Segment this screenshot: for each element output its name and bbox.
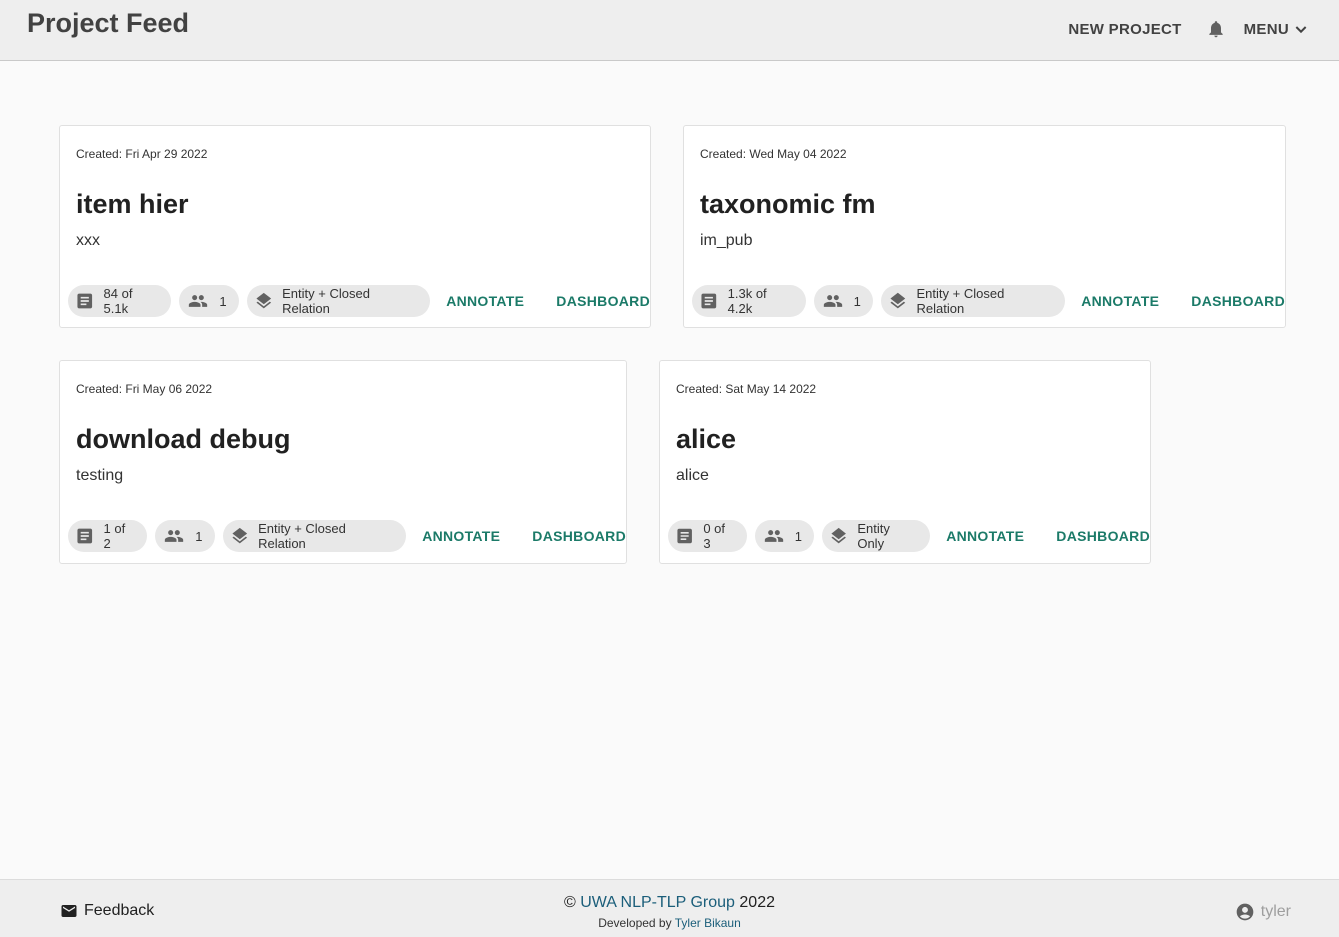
project-description: im_pub [700, 232, 753, 249]
annotators-count: 1 [219, 293, 227, 309]
created-date: Created: Fri Apr 29 2022 [76, 147, 208, 161]
card-footer: 0 of 3 1 Entity Only ANNOTATE DASHBOARD [668, 520, 1150, 552]
annotators-chip: 1 [754, 520, 814, 552]
annotate-button[interactable]: ANNOTATE [946, 528, 1024, 544]
developed-by-label: Developed by [598, 916, 672, 930]
group-link[interactable]: UWA NLP-TLP Group [580, 894, 735, 911]
project-type: Entity + Closed Relation [258, 521, 346, 551]
copyright-year: 2022 [739, 894, 775, 911]
project-description: xxx [76, 232, 100, 249]
created-date: Created: Fri May 06 2022 [76, 382, 213, 396]
project-card: Created: Sat May 14 2022 alice alice 0 o… [659, 360, 1151, 564]
card-footer: 84 of 5.1k 1 Entity + Closed Relation AN… [68, 285, 650, 317]
card-footer: 1.3k of 4.2k 1 Entity + Closed Relation … [692, 285, 1285, 317]
developer-link[interactable]: Tyler Bikaun [675, 916, 741, 930]
copyright: © UWA NLP-TLP Group 2022 [0, 894, 1339, 912]
docs-count: 1.3k of 4.2k [727, 286, 767, 316]
menu-button[interactable]: MENU [1244, 21, 1309, 38]
annotators-chip: 1 [179, 285, 239, 317]
type-chip: Entity + Closed Relation [880, 285, 1066, 317]
docs-count: 84 of 5.1k [103, 286, 133, 316]
docs-chip: 84 of 5.1k [68, 285, 172, 317]
annotators-count: 1 [853, 293, 861, 309]
menu-label: MENU [1243, 20, 1289, 38]
annotators-count: 1 [794, 528, 802, 544]
annotators-chip: 1 [813, 285, 873, 317]
project-type: Entity Only [857, 521, 890, 551]
annotate-button[interactable]: ANNOTATE [1081, 293, 1159, 309]
people-icon [823, 295, 842, 307]
dashboard-button[interactable]: DASHBOARD [532, 528, 626, 544]
project-type: Entity + Closed Relation [282, 286, 370, 316]
article-icon [677, 528, 692, 544]
project-description: testing [76, 467, 124, 484]
new-project-button[interactable]: NEW PROJECT [1068, 21, 1181, 38]
annotate-button[interactable]: ANNOTATE [422, 528, 500, 544]
project-card: Created: Fri May 06 2022 download debug … [59, 360, 627, 564]
article-icon [77, 293, 93, 309]
account-circle-icon [1236, 903, 1254, 921]
created-date: Created: Wed May 04 2022 [700, 147, 847, 161]
project-name: taxonomic fm [700, 189, 876, 219]
project-name: item hier [76, 189, 189, 219]
notifications-button[interactable] [1206, 18, 1226, 40]
type-chip: Entity Only [821, 520, 931, 552]
docs-count: 1 of 2 [103, 521, 126, 551]
copyright-symbol: © [563, 894, 576, 911]
people-icon [764, 530, 783, 542]
annotate-button[interactable]: ANNOTATE [446, 293, 524, 309]
bell-icon [1208, 21, 1223, 38]
annotators-count: 1 [195, 528, 203, 544]
user-account[interactable]: tyler [1235, 902, 1291, 922]
dashboard-button[interactable]: DASHBOARD [556, 293, 650, 309]
app-bar: Project Feed NEW PROJECT MENU [0, 0, 1339, 61]
project-card: Created: Wed May 04 2022 taxonomic fm im… [683, 125, 1286, 328]
created-date: Created: Sat May 14 2022 [676, 382, 817, 396]
layers-icon [890, 292, 906, 309]
people-icon [165, 530, 184, 542]
annotators-chip: 1 [155, 520, 215, 552]
type-chip: Entity + Closed Relation [246, 285, 431, 317]
article-icon [701, 293, 717, 309]
developer-credit: Developed by Tyler Bikaun [0, 916, 1339, 930]
type-chip: Entity + Closed Relation [222, 520, 407, 552]
project-type: Entity + Closed Relation [916, 286, 1005, 316]
layers-icon [231, 527, 247, 544]
docs-chip: 0 of 3 [668, 520, 747, 552]
project-name: alice [676, 424, 737, 454]
docs-chip: 1 of 2 [68, 520, 148, 552]
username: tyler [1260, 903, 1291, 920]
chevron-down-icon [1295, 26, 1307, 34]
article-icon [77, 528, 93, 544]
dashboard-button[interactable]: DASHBOARD [1191, 293, 1285, 309]
layers-icon [831, 527, 846, 544]
docs-chip: 1.3k of 4.2k [692, 285, 806, 317]
layers-icon [256, 292, 271, 309]
dashboard-button[interactable]: DASHBOARD [1056, 528, 1150, 544]
top-actions: NEW PROJECT MENU [1068, 14, 1309, 44]
people-icon [189, 295, 208, 307]
page-title: Project Feed [27, 8, 190, 38]
docs-count: 0 of 3 [703, 521, 726, 551]
project-name: download debug [76, 424, 291, 454]
footer-bar: Feedback © UWA NLP-TLP Group 2022 Develo… [0, 879, 1339, 937]
project-card: Created: Fri Apr 29 2022 item hier xxx 8… [59, 125, 651, 328]
project-description: alice [676, 467, 709, 484]
card-footer: 1 of 2 1 Entity + Closed Relation ANNOTA… [68, 520, 626, 552]
